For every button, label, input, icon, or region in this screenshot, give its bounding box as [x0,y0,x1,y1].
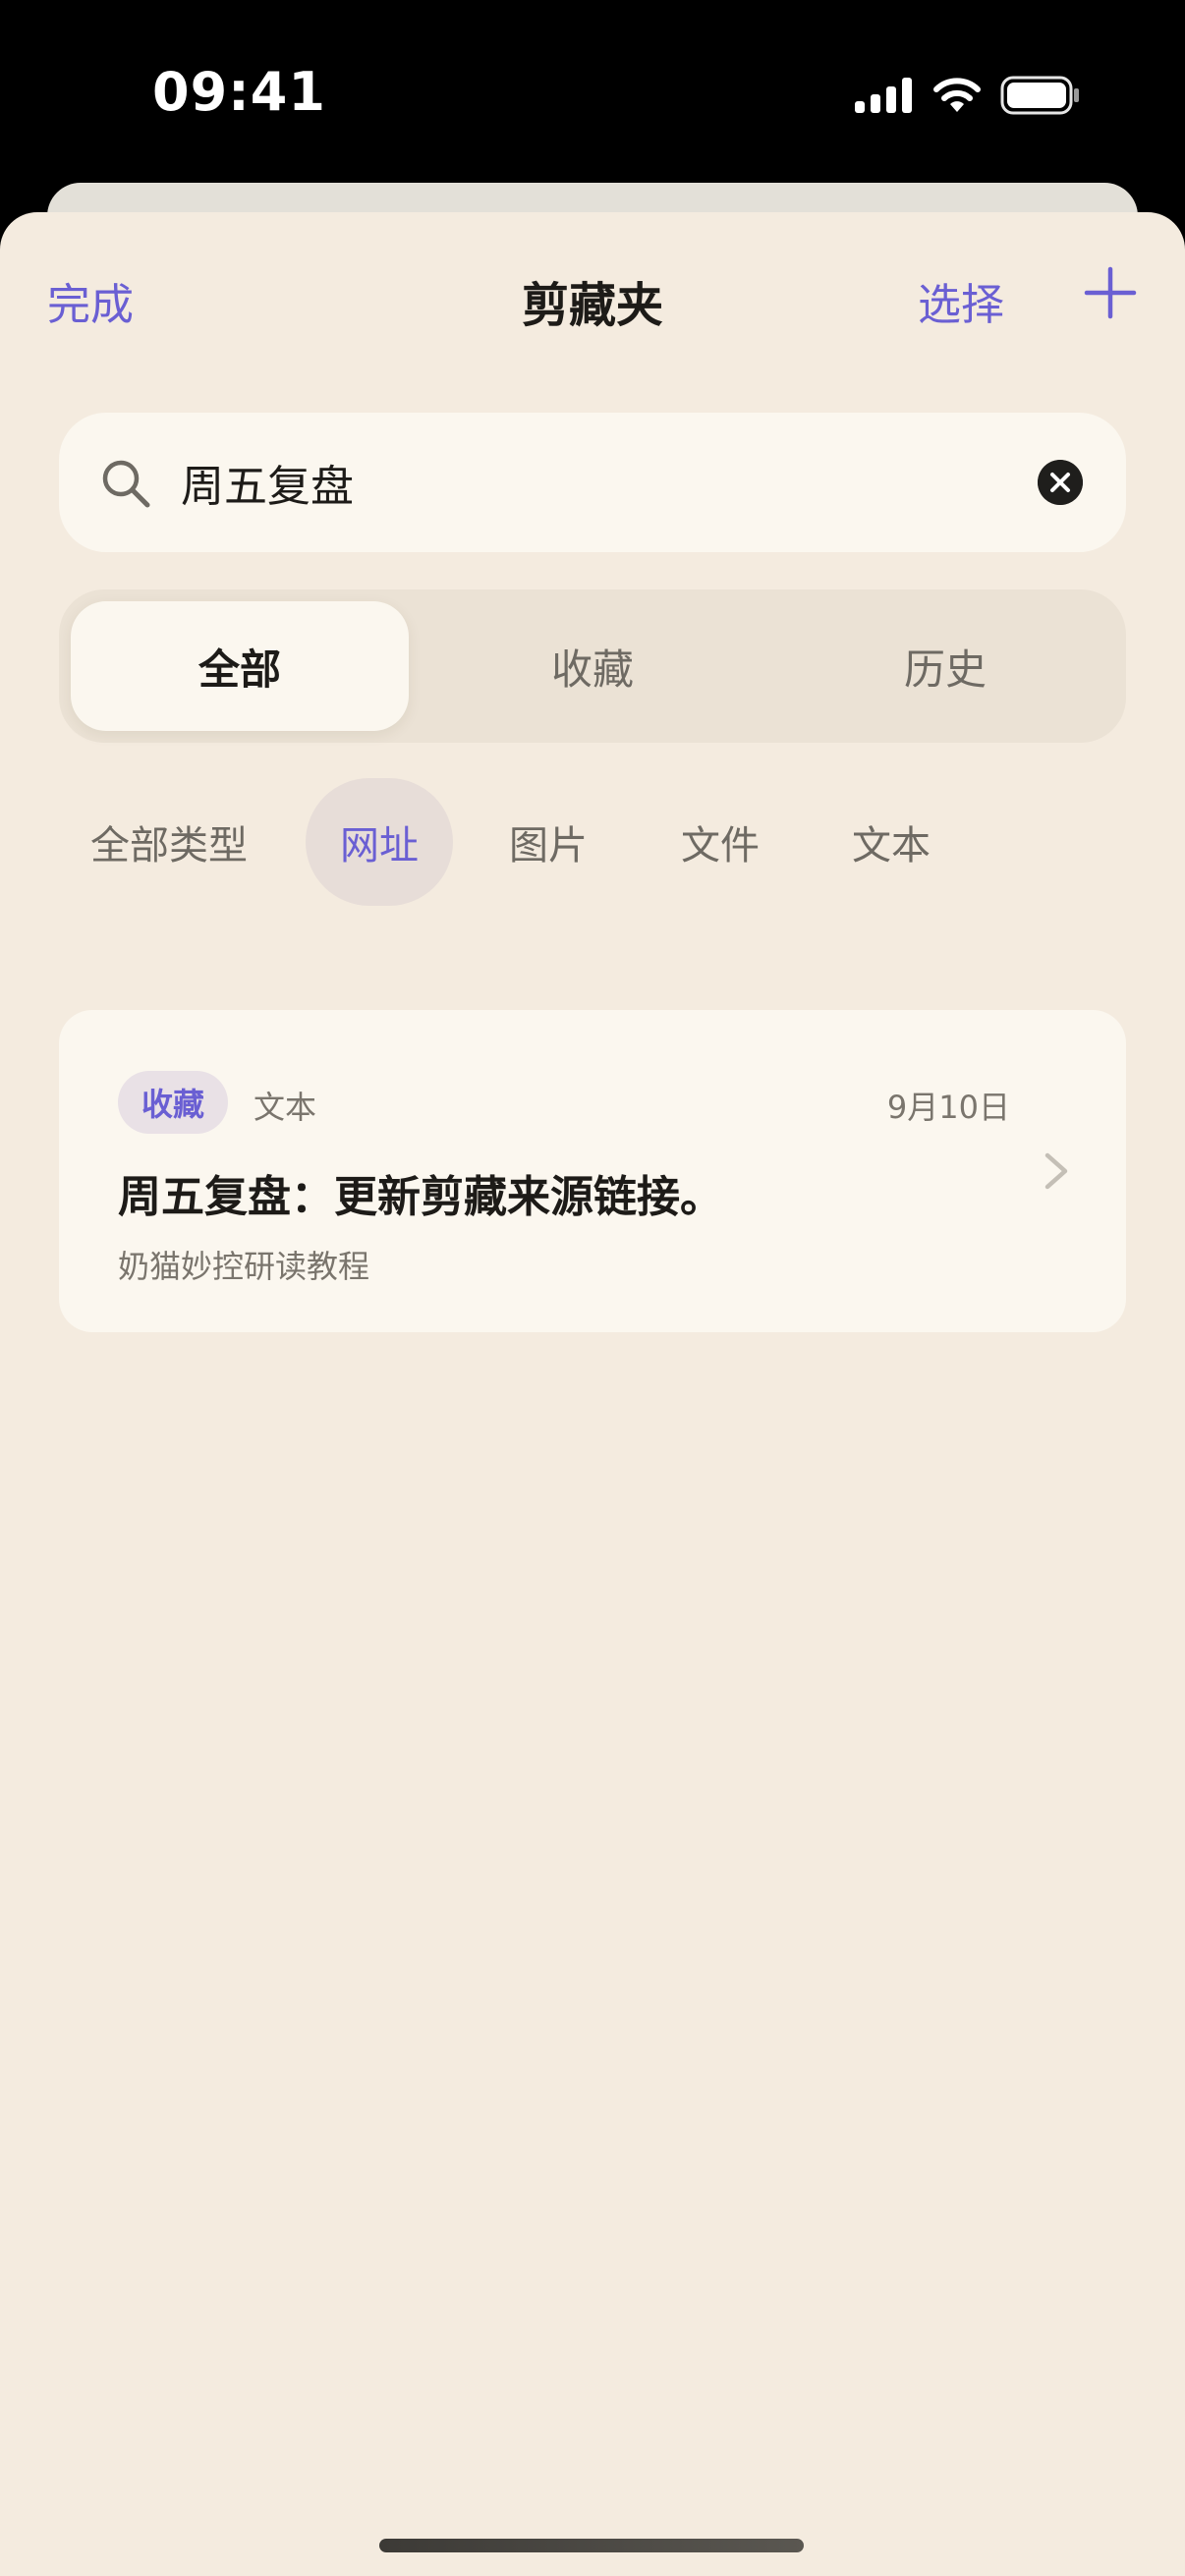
favorite-badge: 收藏 [118,1071,229,1134]
chip-all-types[interactable]: 全部类型 [71,778,267,906]
clipping-date: 9月10日 [886,1089,1010,1126]
chip-files[interactable]: 文件 [663,778,777,906]
clipping-source: 奶猫妙控研读教程 [118,1248,370,1285]
clipping-kind: 文本 [254,1089,317,1126]
battery-icon [1000,76,1079,115]
search-input[interactable] [181,413,1008,552]
clippings-sheet: 完成 剪藏夹 选择 全部 收藏 历史 全部类型 [0,212,1185,2576]
chip-images[interactable]: 图片 [491,778,605,906]
plus-icon[interactable] [1081,263,1140,322]
status-time: 09:41 [152,61,326,123]
segmented-control: 全部 收藏 历史 [59,589,1126,743]
chip-text[interactable]: 文本 [834,778,948,906]
page-title: 剪藏夹 [521,278,663,333]
chevron-right-icon [1044,1152,1068,1190]
clipping-title: 周五复盘：更新剪藏来源链接。 [118,1172,723,1222]
segment-all[interactable]: 全部 [71,601,409,731]
search-bar [59,413,1126,552]
chip-url[interactable]: 网址 [306,778,453,906]
screen: 09:41 完成 剪藏夹 选择 周五复盘 全部 收藏 历史 全部类型 网址 图片… [0,0,1185,2576]
status-icons [855,71,1081,120]
wifi-icon [933,78,981,112]
home-indicator[interactable] [379,2539,804,2552]
segment-favorites[interactable]: 收藏 [423,601,762,731]
clear-icon[interactable] [1038,460,1083,505]
select-button[interactable]: 选择 [918,269,1004,332]
clipping-card[interactable]: 收藏 文本 9月10日 周五复盘：更新剪藏来源链接。 奶猫妙控研读教程 [59,1010,1126,1332]
segment-history[interactable]: 历史 [776,601,1114,731]
cellular-signal-icon [855,78,912,113]
search-icon [102,460,150,508]
